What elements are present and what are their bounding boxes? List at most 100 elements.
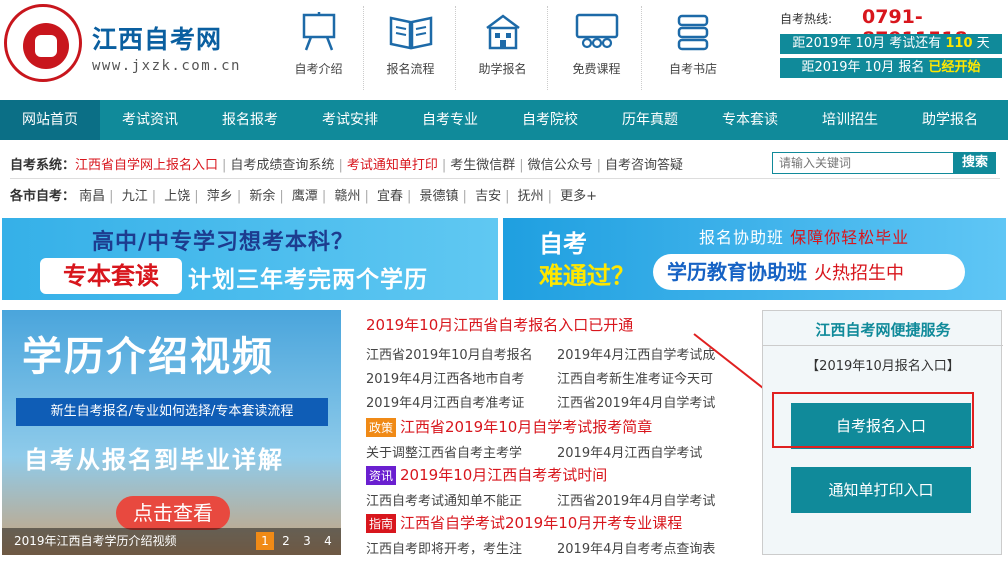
news-link[interactable]: 江西自考考试通知单不能正 (366, 490, 522, 509)
search-input[interactable] (772, 152, 954, 174)
video-slideshow[interactable]: 学历介绍视频 新生自考报名/专业如何选择/专本套读流程 自考从报名到毕业详解 点… (2, 310, 341, 555)
city-link[interactable]: 九江 (122, 189, 148, 204)
classroom-icon (575, 13, 618, 49)
fist-icon (35, 35, 57, 57)
banner-big-line2: 难通过？ (539, 262, 635, 290)
banner-headline: 高中/中专学习想考本科？ (92, 230, 355, 255)
site-name[interactable]: 江西自考网 (92, 20, 222, 56)
city-link[interactable]: 吉安 (475, 189, 501, 204)
city-links-row: 各市自考： 南昌 | 九江 | 上饶 | 萍乡 | 新余 | 鹰潭 | 赣州 | 宜春 | 景德… (10, 189, 598, 204)
system-link[interactable]: 江西省自学网上报名入口 (75, 158, 218, 173)
news-link[interactable]: 2019年4月江西自考准考证 (366, 392, 524, 411)
nav-icon-label: 助学报名 (478, 62, 527, 76)
news-link[interactable]: 江西省2019年4月自学考试 (557, 490, 715, 509)
main-nav: 网站首页 考试资讯 报名报考 考试安排 自考专业 自考院校 历年真题 专本套读 … (0, 100, 1008, 140)
banner-top-2: 保障你轻松毕业 (790, 228, 910, 247)
city-link[interactable]: 萍乡 (207, 189, 233, 204)
nav-icon-bookstore[interactable]: 自考书店 (648, 6, 738, 90)
system-link[interactable]: 自考成绩查询系统 (230, 158, 334, 173)
news-link[interactable]: 江西自考即将开考，考生注 (366, 538, 522, 557)
system-link[interactable]: 考试通知单打印 (347, 158, 438, 173)
search-button[interactable]: 搜索 (954, 152, 996, 174)
news-info-item[interactable]: 资讯 2019年10月江西自考考试时间 (366, 464, 607, 485)
nav-icon-intro[interactable]: 自考介绍 (274, 6, 364, 90)
nav-assist[interactable]: 助学报名 (900, 100, 1000, 140)
banner-dual-degree[interactable]: 高中/中专学习想考本科？ 专本套读 计划三年考完两个学历 (2, 218, 498, 300)
news-link[interactable]: 2019年4月江西自学考试 (557, 442, 702, 461)
city-link[interactable]: 上饶 (164, 189, 190, 204)
nav-icon-label: 免费课程 (572, 62, 621, 76)
nav-majors[interactable]: 自考专业 (400, 100, 500, 140)
signup-text: 距2019年 10月 报名 (801, 60, 925, 75)
video-subtitle: 自考从报名到毕业详解 (24, 446, 284, 474)
news-guide-item[interactable]: 指南 江西省自学考试2019年10月开考专业课程 (366, 512, 682, 533)
nav-icon-courses[interactable]: 免费课程 (552, 6, 642, 90)
nav-past-papers[interactable]: 历年真题 (600, 100, 700, 140)
nav-icon-label: 报名流程 (386, 62, 435, 76)
city-link[interactable]: 南昌 (79, 189, 105, 204)
news-link[interactable]: 江西省2019年10月自考报名 (366, 344, 533, 363)
site-url: www.jxzk.com.cn (92, 58, 241, 74)
divider (763, 345, 1003, 346)
signup-countdown: 距2019年 10月 报名 已经开始 (780, 58, 1002, 78)
video-title: 学历介绍视频 (22, 334, 274, 380)
city-link[interactable]: 赣州 (334, 189, 360, 204)
open-book-icon (389, 16, 432, 50)
nav-home[interactable]: 网站首页 (0, 100, 100, 140)
nav-dual-degree[interactable]: 专本套读 (700, 100, 800, 140)
policy-title: 江西省2019年10月自学考试报考简章 (400, 418, 653, 436)
city-link[interactable]: 景德镇 (420, 189, 459, 204)
notice-print-button[interactable]: 通知单打印入口 (791, 467, 971, 513)
highlight-frame (772, 392, 974, 448)
banner-assist-class[interactable]: 自考 难通过？ 报名协助班 保障你轻松毕业 学历教育协助班 火热招生中 (503, 218, 1006, 300)
city-link[interactable]: 宜春 (377, 189, 403, 204)
info-title: 2019年10月江西自考考试时间 (400, 466, 608, 484)
divider (10, 178, 1000, 179)
news-link[interactable]: 2019年4月自考考点查询表 (557, 538, 715, 557)
exam-countdown: 距2019年 10月 考试还有 110 天 (780, 34, 1002, 54)
banner-subline: 计划三年考完两个学历 (188, 267, 428, 293)
slide-page-1[interactable]: 1 (256, 532, 274, 550)
view-button[interactable]: 点击查看 (116, 496, 230, 530)
nav-signup[interactable]: 报名报考 (200, 100, 300, 140)
banner-badge: 专本套读 (40, 258, 182, 294)
banner-big-line1: 自考 (539, 230, 587, 258)
guide-tag: 指南 (366, 514, 397, 533)
logo-emblem (23, 23, 69, 69)
city-link[interactable]: 新余 (249, 189, 275, 204)
system-label: 自考系统： (10, 158, 76, 173)
news-link[interactable]: 关于调整江西省自考主考学 (366, 442, 522, 461)
system-link[interactable]: 微信公众号 (528, 158, 593, 173)
easel-icon (302, 12, 335, 51)
slide-page-3[interactable]: 3 (298, 532, 316, 550)
system-link[interactable]: 自考咨询答疑 (605, 158, 683, 173)
bookstack-icon (677, 14, 709, 51)
nav-schedule[interactable]: 考试安排 (300, 100, 400, 140)
nav-icon-process[interactable]: 报名流程 (366, 6, 456, 90)
guide-title: 江西省自学考试2019年10月开考专业课程 (400, 514, 683, 532)
city-link[interactable]: 鹰潭 (292, 189, 318, 204)
policy-tag: 政策 (366, 418, 397, 437)
slide-page-2[interactable]: 2 (277, 532, 295, 550)
banner-pill: 学历教育协助班 火热招生中 (653, 254, 965, 290)
nav-colleges[interactable]: 自考院校 (500, 100, 600, 140)
nav-training[interactable]: 培训招生 (800, 100, 900, 140)
banner-pill-tail: 火热招生中 (813, 263, 904, 284)
countdown-text: 距2019年 10月 考试还有 (792, 36, 942, 51)
signup-entry-link[interactable]: 【2019年10月报名入口】 (763, 355, 1003, 374)
service-title: 江西自考网便捷服务 (815, 321, 951, 339)
countdown-days: 110 (945, 36, 973, 51)
city-link-more[interactable]: 更多+ (560, 189, 597, 204)
news-headline[interactable]: 2019年10月江西省自考报名入口已开通 (366, 314, 633, 335)
system-links-row: 自考系统：江西省自学网上报名入口 | 自考成绩查询系统 | 考试通知单打印 | 考生微信群 |… (10, 158, 684, 173)
slide-page-4[interactable]: 4 (319, 532, 337, 550)
info-tag: 资讯 (366, 466, 397, 485)
news-policy-item[interactable]: 政策 江西省2019年10月自学考试报考简章 (366, 416, 652, 437)
news-link[interactable]: 2019年4月江西各地市自考 (366, 368, 524, 387)
system-link[interactable]: 考生微信群 (450, 158, 515, 173)
nav-icon-assist[interactable]: 助学报名 (458, 6, 548, 90)
city-link[interactable]: 抚州 (518, 189, 544, 204)
countdown-unit: 天 (976, 36, 990, 51)
site-logo[interactable] (4, 4, 82, 82)
nav-news[interactable]: 考试资讯 (100, 100, 200, 140)
